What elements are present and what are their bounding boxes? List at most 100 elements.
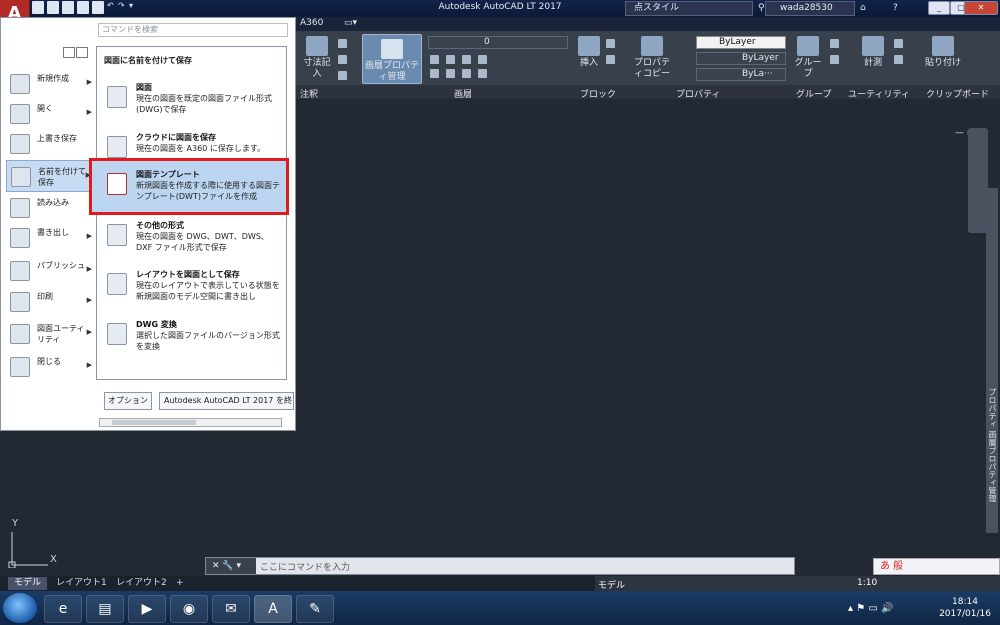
autocad-taskbar-icon[interactable]: A <box>254 595 292 623</box>
exchange-icon[interactable]: ⌂ <box>860 1 866 15</box>
status-bar: モデル 1:10 <box>595 576 1000 591</box>
block-create-icon[interactable] <box>606 39 615 48</box>
layer-tool-icon[interactable] <box>462 55 471 64</box>
menu-item-open[interactable]: 開く ▶ <box>6 98 94 130</box>
menu-item-export[interactable]: 書き出し ▶ <box>6 222 94 254</box>
scrollbar-thumb[interactable] <box>112 420 196 425</box>
layer-tool-icon[interactable] <box>478 69 487 78</box>
explorer-icon[interactable]: ▤ <box>86 595 124 623</box>
save-icon <box>10 134 30 154</box>
ie-icon[interactable]: e <box>44 595 82 623</box>
layer-properties-icon <box>381 39 403 59</box>
submenu-item-layout-as-drawing[interactable]: レイアウトを図面として保存 現在のレイアウトで表示している状態を新規図面のモデル… <box>97 267 286 313</box>
menu-item-import[interactable]: 読み込み <box>6 192 94 224</box>
recent-docs-icon[interactable] <box>63 47 75 58</box>
layer-tool-icon[interactable] <box>462 69 471 78</box>
tab-layout2[interactable]: レイアウト2 <box>110 577 173 590</box>
layer-tool-icon[interactable] <box>430 55 439 64</box>
import-icon <box>10 198 30 218</box>
help-button[interactable]: ? <box>893 1 898 15</box>
title-bar: ↶ ↷ ▾ Autodesk AutoCAD LT 2017 点スタイル ⚲ w… <box>0 0 1000 17</box>
layer-tool-icon[interactable] <box>478 55 487 64</box>
chrome-icon[interactable]: ◉ <box>170 595 208 623</box>
publish-icon <box>10 261 30 281</box>
menu-search-input[interactable]: コマンドを検索 <box>98 23 288 37</box>
menu-item-drawing-utilities[interactable]: 図面ユーティリティ ▶ <box>6 318 94 350</box>
group-edit-icon[interactable] <box>830 55 839 64</box>
submenu-item-template[interactable]: 図面テンプレート 新規図面を作成する際に使用する図面テンプレート(DWT)ファイ… <box>97 167 286 213</box>
command-input[interactable]: ここにコマンドを入力 <box>260 560 350 573</box>
model-space-button[interactable]: モデル <box>598 578 625 591</box>
tab-a360[interactable]: A360 <box>300 18 323 28</box>
other-formats-icon <box>107 224 127 246</box>
utility-icon[interactable] <box>894 39 903 48</box>
minimize-button[interactable]: _ <box>928 1 950 15</box>
block-edit-icon[interactable] <box>606 55 615 64</box>
lineweight-dropdown[interactable]: ByLa··· <box>696 68 786 81</box>
leader-icon[interactable] <box>338 55 347 64</box>
exit-button[interactable]: Autodesk AutoCAD LT 2017 を終了 <box>159 392 294 410</box>
close-button[interactable]: ✕ <box>964 1 998 15</box>
submenu-item-drawing[interactable]: 図面 現在の図面を既定の図面ファイル形式(DWG)で保存 <box>97 80 286 126</box>
layer-dropdown[interactable]: 0 <box>428 36 568 49</box>
command-line[interactable]: ✕ 🔧 ▾ ここにコマンドを入力 <box>205 557 795 575</box>
menu-item-print[interactable]: 印刷 ▶ <box>6 286 94 318</box>
linetype-dropdown[interactable]: ByLayer <box>696 52 786 65</box>
cloud-save-icon <box>107 136 127 158</box>
chevron-right-icon: ▶ <box>86 108 92 116</box>
mail-icon[interactable]: ✉ <box>212 595 250 623</box>
layer-tool-icon[interactable] <box>430 69 439 78</box>
navigation-bar[interactable] <box>968 128 988 233</box>
menu-item-saveas[interactable]: 名前を付けて保存 ▶ <box>6 160 94 192</box>
tab-dropdown-icon[interactable]: ▭▾ <box>344 18 357 28</box>
command-line-tools[interactable]: ✕ 🔧 ▾ <box>206 558 256 574</box>
dwg-convert-icon <box>107 323 127 345</box>
system-tray[interactable]: ▴ ⚑ ▭ 🔊 <box>848 603 893 614</box>
match-properties-button[interactable]: プロパティコピー <box>630 36 674 80</box>
layer-tool-icon[interactable] <box>446 55 455 64</box>
menu-item-publish[interactable]: パブリッシュ ▶ <box>6 255 94 287</box>
drawing-canvas[interactable] <box>296 99 1000 577</box>
options-button[interactable]: オプション <box>104 392 152 410</box>
tab-add[interactable]: + <box>170 577 190 590</box>
open-docs-icon[interactable] <box>76 47 88 58</box>
linear-dim-icon[interactable] <box>338 39 347 48</box>
recent-view-buttons[interactable] <box>63 47 91 59</box>
submenu-item-dwg-convert[interactable]: DWG 変換 選択した図面ファイルのバージョン形式を変換 <box>97 317 286 363</box>
menu-scrollbar[interactable] <box>99 418 282 427</box>
binoculars-icon[interactable]: ⚲ <box>758 1 765 15</box>
clock[interactable]: 18:14 2017/01/16 <box>935 596 995 620</box>
user-account[interactable]: wada28530 <box>765 1 855 16</box>
table-icon[interactable] <box>338 71 347 80</box>
chevron-right-icon: ▶ <box>86 232 92 240</box>
insert-button[interactable]: 挿入 <box>576 36 602 69</box>
measure-button[interactable]: 計測 <box>856 36 890 69</box>
layer-properties-button[interactable]: 画層プロパティ管理 <box>362 34 422 84</box>
menu-item-close[interactable]: 閉じる ▶ <box>6 351 94 383</box>
layer-tool-icon[interactable] <box>446 69 455 78</box>
start-button[interactable] <box>3 593 37 623</box>
utility-icon[interactable] <box>894 55 903 64</box>
help-search-input[interactable]: 点スタイル <box>625 1 753 16</box>
chevron-right-icon: ▶ <box>86 328 92 336</box>
menu-item-new[interactable]: 新規作成 ▶ <box>6 68 94 100</box>
paint-icon[interactable]: ✎ <box>296 595 334 623</box>
annotation-scale[interactable]: 1:10 <box>857 578 877 588</box>
ungroup-icon[interactable] <box>830 39 839 48</box>
color-dropdown[interactable]: ByLayer <box>696 36 786 49</box>
paste-button[interactable]: 貼り付け <box>921 36 965 69</box>
tab-model[interactable]: モデル <box>8 577 48 590</box>
ime-bar[interactable]: あ 般 <box>873 558 1000 575</box>
media-player-icon[interactable]: ▶ <box>128 595 166 623</box>
submenu-item-other-formats[interactable]: その他の形式 現在の図面を DWG、DWT、DWS、DXF ファイル形式で保存 <box>97 218 286 264</box>
layout-save-icon <box>107 273 127 295</box>
properties-palette-strip[interactable]: プロパティ 画層プロパティ管理 <box>986 188 998 533</box>
match-properties-icon <box>641 36 663 56</box>
menu-item-save[interactable]: 上書き保存 <box>6 128 94 160</box>
group-button[interactable]: グループ <box>791 36 825 80</box>
dimension-button[interactable]: 寸法記入 <box>300 36 334 80</box>
tab-layout1[interactable]: レイアウト1 <box>50 577 113 590</box>
chevron-right-icon: ▶ <box>86 78 92 86</box>
paste-icon <box>932 36 954 56</box>
ucs-icon: Y X <box>8 518 68 569</box>
